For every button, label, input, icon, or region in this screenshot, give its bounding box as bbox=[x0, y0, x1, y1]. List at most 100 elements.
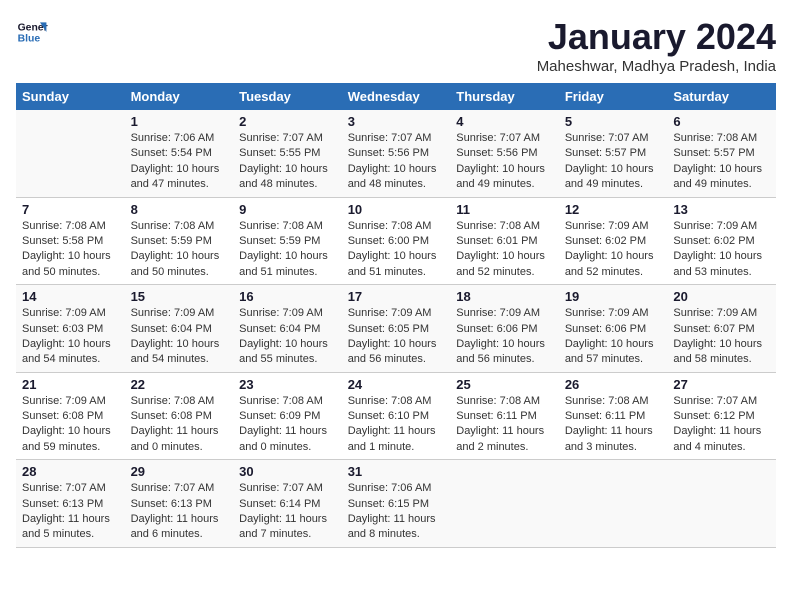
day-number: 9 bbox=[239, 202, 336, 217]
daylight-text: Daylight: 10 hours and 49 minutes. bbox=[565, 162, 662, 193]
header-row: Sunday Monday Tuesday Wednesday Thursday… bbox=[16, 83, 776, 110]
daylight-text: Daylight: 11 hours and 7 minutes. bbox=[239, 512, 336, 543]
sunrise-text: Sunrise: 7:09 AM bbox=[239, 306, 336, 321]
day-number: 12 bbox=[565, 202, 662, 217]
day-number: 2 bbox=[239, 114, 336, 129]
daylight-text: Daylight: 10 hours and 48 minutes. bbox=[348, 162, 445, 193]
day-info: Sunrise: 7:07 AMSunset: 6:14 PMDaylight:… bbox=[239, 481, 336, 543]
sunrise-text: Sunrise: 7:08 AM bbox=[565, 394, 662, 409]
sunrise-text: Sunrise: 7:09 AM bbox=[673, 306, 770, 321]
daylight-text: Daylight: 11 hours and 3 minutes. bbox=[565, 424, 662, 455]
day-cell: 15Sunrise: 7:09 AMSunset: 6:04 PMDayligh… bbox=[125, 285, 234, 373]
sunrise-text: Sunrise: 7:09 AM bbox=[565, 306, 662, 321]
col-monday: Monday bbox=[125, 83, 234, 110]
day-cell: 16Sunrise: 7:09 AMSunset: 6:04 PMDayligh… bbox=[233, 285, 342, 373]
day-number: 22 bbox=[131, 377, 228, 392]
sunset-text: Sunset: 6:11 PM bbox=[565, 409, 662, 424]
daylight-text: Daylight: 10 hours and 57 minutes. bbox=[565, 337, 662, 368]
daylight-text: Daylight: 10 hours and 54 minutes. bbox=[131, 337, 228, 368]
day-info: Sunrise: 7:09 AMSunset: 6:05 PMDaylight:… bbox=[348, 306, 445, 368]
daylight-text: Daylight: 10 hours and 55 minutes. bbox=[239, 337, 336, 368]
day-cell bbox=[667, 460, 776, 548]
day-info: Sunrise: 7:08 AMSunset: 5:59 PMDaylight:… bbox=[131, 219, 228, 281]
day-cell: 19Sunrise: 7:09 AMSunset: 6:06 PMDayligh… bbox=[559, 285, 668, 373]
sunrise-text: Sunrise: 7:08 AM bbox=[22, 219, 119, 234]
sunset-text: Sunset: 6:08 PM bbox=[22, 409, 119, 424]
daylight-text: Daylight: 11 hours and 1 minute. bbox=[348, 424, 445, 455]
sunset-text: Sunset: 6:14 PM bbox=[239, 497, 336, 512]
day-cell: 20 Sunrise: 7:09 AMSunset: 6:07 PMDayligh… bbox=[667, 285, 776, 373]
sunrise-text: Sunrise: 7:09 AM bbox=[565, 219, 662, 234]
day-info: Sunrise: 7:09 AMSunset: 6:07 PMDaylight:… bbox=[673, 306, 770, 368]
sunset-text: Sunset: 6:08 PM bbox=[131, 409, 228, 424]
daylight-text: Daylight: 11 hours and 8 minutes. bbox=[348, 512, 445, 543]
sunrise-text: Sunrise: 7:09 AM bbox=[456, 306, 553, 321]
sunset-text: Sunset: 6:13 PM bbox=[131, 497, 228, 512]
day-info: Sunrise: 7:07 AMSunset: 6:13 PMDaylight:… bbox=[131, 481, 228, 543]
sunrise-text: Sunrise: 7:08 AM bbox=[348, 219, 445, 234]
daylight-text: Daylight: 10 hours and 56 minutes. bbox=[348, 337, 445, 368]
day-number: 8 bbox=[131, 202, 228, 217]
sunrise-text: Sunrise: 7:06 AM bbox=[131, 131, 228, 146]
sunrise-text: Sunrise: 7:08 AM bbox=[456, 219, 553, 234]
sunset-text: Sunset: 6:07 PM bbox=[673, 322, 770, 337]
day-cell: 24Sunrise: 7:08 AMSunset: 6:10 PMDayligh… bbox=[342, 372, 451, 460]
daylight-text: Daylight: 10 hours and 58 minutes. bbox=[673, 337, 770, 368]
day-info: Sunrise: 7:08 AMSunset: 6:08 PMDaylight:… bbox=[131, 394, 228, 456]
col-wednesday: Wednesday bbox=[342, 83, 451, 110]
day-info: Sunrise: 7:07 AMSunset: 5:56 PMDaylight:… bbox=[456, 131, 553, 193]
day-cell: 13Sunrise: 7:09 AMSunset: 6:02 PMDayligh… bbox=[667, 197, 776, 285]
daylight-text: Daylight: 11 hours and 2 minutes. bbox=[456, 424, 553, 455]
page-header: General Blue January 2024 Maheshwar, Mad… bbox=[16, 16, 776, 75]
daylight-text: Daylight: 10 hours and 59 minutes. bbox=[22, 424, 119, 455]
sunrise-text: Sunrise: 7:08 AM bbox=[239, 394, 336, 409]
day-cell: 29 Sunrise: 7:07 AMSunset: 6:13 PMDayligh… bbox=[125, 460, 234, 548]
col-saturday: Saturday bbox=[667, 83, 776, 110]
sunrise-text: Sunrise: 7:08 AM bbox=[348, 394, 445, 409]
sunset-text: Sunset: 5:59 PM bbox=[239, 234, 336, 249]
day-cell: 3Sunrise: 7:07 AMSunset: 5:56 PMDaylight… bbox=[342, 110, 451, 197]
col-friday: Friday bbox=[559, 83, 668, 110]
day-cell: 1Sunrise: 7:06 AMSunset: 5:54 PMDaylight… bbox=[125, 110, 234, 197]
day-info: Sunrise: 7:07 AMSunset: 6:12 PMDaylight:… bbox=[673, 394, 770, 456]
day-number: 29 bbox=[131, 464, 228, 479]
sunrise-text: Sunrise: 7:06 AM bbox=[348, 481, 445, 496]
daylight-text: Daylight: 10 hours and 50 minutes. bbox=[131, 249, 228, 280]
sunrise-text: Sunrise: 7:08 AM bbox=[131, 219, 228, 234]
day-info: Sunrise: 7:09 AMSunset: 6:06 PMDaylight:… bbox=[565, 306, 662, 368]
day-number: 14 bbox=[22, 289, 119, 304]
sunset-text: Sunset: 6:02 PM bbox=[673, 234, 770, 249]
week-row-1: 1Sunrise: 7:06 AMSunset: 5:54 PMDaylight… bbox=[16, 110, 776, 197]
day-number: 17 bbox=[348, 289, 445, 304]
day-number: 26 bbox=[565, 377, 662, 392]
sunrise-text: Sunrise: 7:07 AM bbox=[565, 131, 662, 146]
day-cell: 10Sunrise: 7:08 AMSunset: 6:00 PMDayligh… bbox=[342, 197, 451, 285]
sunset-text: Sunset: 6:11 PM bbox=[456, 409, 553, 424]
sunset-text: Sunset: 5:54 PM bbox=[131, 146, 228, 161]
day-cell: 9Sunrise: 7:08 AMSunset: 5:59 PMDaylight… bbox=[233, 197, 342, 285]
daylight-text: Daylight: 10 hours and 49 minutes. bbox=[456, 162, 553, 193]
day-number: 11 bbox=[456, 202, 553, 217]
sunrise-text: Sunrise: 7:08 AM bbox=[239, 219, 336, 234]
sunrise-text: Sunrise: 7:09 AM bbox=[131, 306, 228, 321]
day-number: 6 bbox=[673, 114, 770, 129]
day-cell: 12Sunrise: 7:09 AMSunset: 6:02 PMDayligh… bbox=[559, 197, 668, 285]
daylight-text: Daylight: 11 hours and 0 minutes. bbox=[131, 424, 228, 455]
daylight-text: Daylight: 11 hours and 4 minutes. bbox=[673, 424, 770, 455]
day-info: Sunrise: 7:09 AMSunset: 6:04 PMDaylight:… bbox=[131, 306, 228, 368]
week-row-2: 7Sunrise: 7:08 AMSunset: 5:58 PMDaylight… bbox=[16, 197, 776, 285]
sunrise-text: Sunrise: 7:08 AM bbox=[673, 131, 770, 146]
logo-icon: General Blue bbox=[16, 16, 48, 48]
day-info: Sunrise: 7:06 AMSunset: 6:15 PMDaylight:… bbox=[348, 481, 445, 543]
day-number: 16 bbox=[239, 289, 336, 304]
day-cell bbox=[16, 110, 125, 197]
sunset-text: Sunset: 6:05 PM bbox=[348, 322, 445, 337]
sunset-text: Sunset: 5:57 PM bbox=[673, 146, 770, 161]
day-number: 3 bbox=[348, 114, 445, 129]
day-number: 20 bbox=[673, 289, 770, 304]
day-cell: 2Sunrise: 7:07 AMSunset: 5:55 PMDaylight… bbox=[233, 110, 342, 197]
logo: General Blue bbox=[16, 16, 48, 48]
week-row-4: 21Sunrise: 7:09 AMSunset: 6:08 PMDayligh… bbox=[16, 372, 776, 460]
day-cell: 31Sunrise: 7:06 AMSunset: 6:15 PMDayligh… bbox=[342, 460, 451, 548]
sunset-text: Sunset: 6:10 PM bbox=[348, 409, 445, 424]
